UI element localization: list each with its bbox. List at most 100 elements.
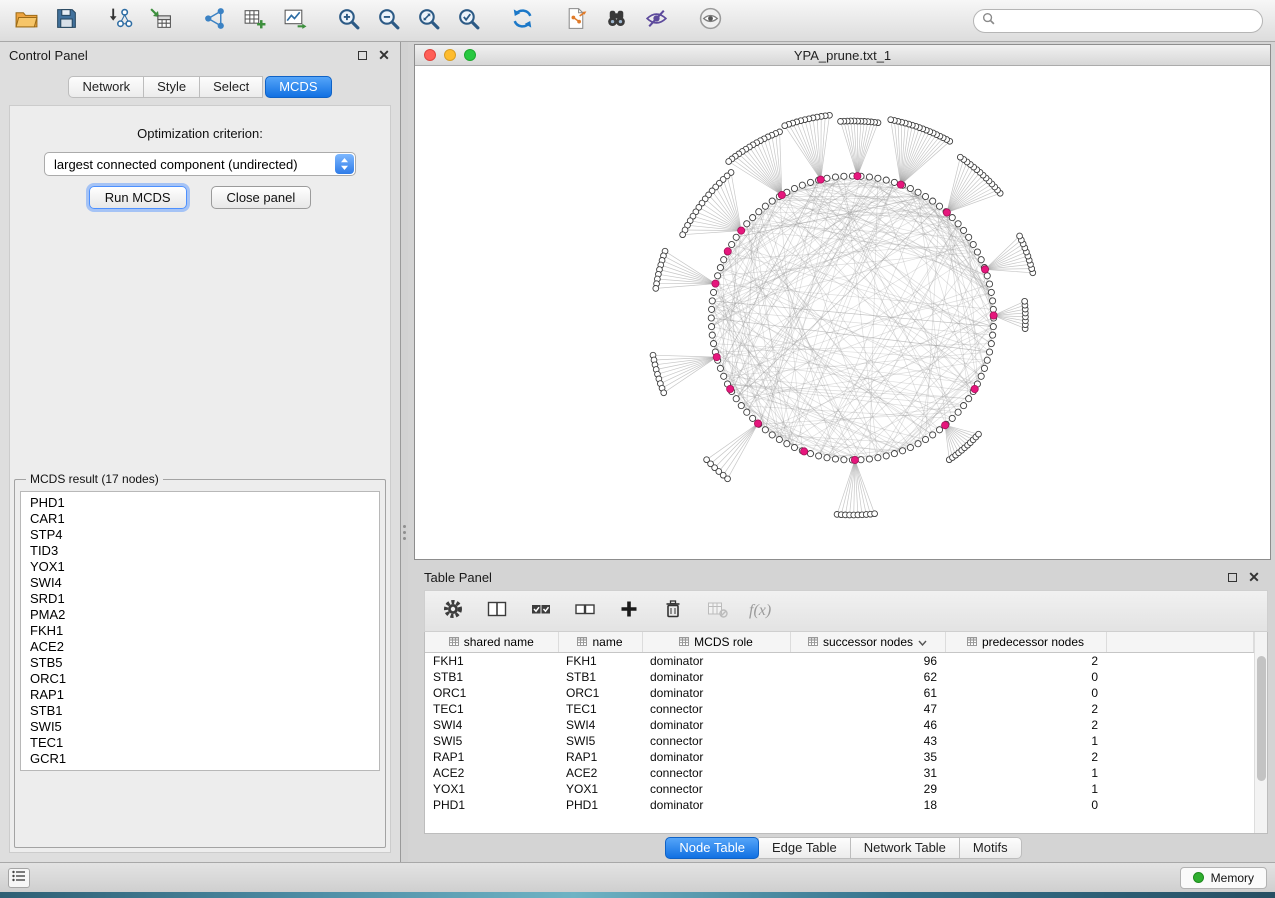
table-settings-button[interactable] [441, 599, 465, 623]
show-graphics-details-button[interactable] [696, 7, 724, 35]
open-session-button[interactable] [12, 7, 40, 35]
close-panel-button[interactable]: ✕ [377, 48, 391, 62]
table-tab-network-table[interactable]: Network Table [851, 837, 960, 859]
function-builder-button[interactable]: f(x) [749, 602, 771, 620]
table-tab-motifs[interactable]: Motifs [960, 837, 1022, 859]
window-zoom-button[interactable] [464, 49, 476, 61]
node-table-header-row: shared namenameMCDS role successor nodes p… [425, 632, 1254, 652]
table-toolbar: f(x) [424, 590, 1268, 632]
import-network-button[interactable] [106, 7, 134, 35]
table-tabs: Node TableEdge TableNetwork TableMotifs [414, 834, 1271, 862]
zoom-in-button[interactable] [334, 7, 362, 35]
mcds-result-item[interactable]: STB1 [21, 703, 379, 719]
table-scrollbar[interactable] [1254, 632, 1267, 833]
close-table-panel-button[interactable]: ✕ [1247, 570, 1261, 584]
table-row[interactable]: SWI4SWI4dominator462 [425, 717, 1254, 733]
window-minimize-button[interactable] [444, 49, 456, 61]
mcds-result-item[interactable]: TEC1 [21, 735, 379, 751]
hide-details-button[interactable] [642, 7, 670, 35]
mcds-result-item[interactable]: FKH1 [21, 623, 379, 639]
status-menu-button[interactable] [8, 868, 30, 888]
table-row[interactable]: SWI5SWI5connector431 [425, 733, 1254, 749]
table-row[interactable]: FKH1FKH1dominator962 [425, 652, 1254, 669]
control-panel: Control Panel ✕ NetworkStyleSelectMCDS O… [0, 42, 401, 862]
column-grid-icon [449, 635, 459, 649]
column-header-successor-nodes[interactable]: successor nodes [790, 632, 945, 652]
column-header-shared-name[interactable]: shared name [425, 632, 558, 652]
new-table-button[interactable] [240, 7, 268, 35]
table-row[interactable]: RAP1RAP1dominator352 [425, 749, 1254, 765]
memory-status-icon [1193, 872, 1204, 883]
mcds-result-item[interactable]: PMA2 [21, 607, 379, 623]
window-close-button[interactable] [424, 49, 436, 61]
search-input[interactable] [1000, 14, 1254, 28]
binoculars-icon [604, 6, 629, 36]
refresh-layout-button[interactable] [508, 7, 536, 35]
float-panel-button[interactable] [355, 48, 369, 62]
criterion-select[interactable]: largest connected component (undirected) [44, 152, 356, 176]
new-network-button[interactable] [200, 7, 228, 35]
table-row[interactable]: YOX1YOX1connector291 [425, 781, 1254, 797]
column-label: successor nodes [823, 635, 913, 649]
network-graph[interactable] [415, 66, 1270, 559]
table-row[interactable]: PHD1PHD1dominator180 [425, 797, 1254, 813]
table-tab-edge-table[interactable]: Edge Table [759, 837, 851, 859]
eye-icon [698, 6, 723, 36]
table-row[interactable]: ACE2ACE2connector311 [425, 765, 1254, 781]
search-network-button[interactable] [602, 7, 630, 35]
mcds-result-item[interactable]: RAP1 [21, 687, 379, 703]
mcds-result-item[interactable]: SWI4 [21, 575, 379, 591]
mcds-panel: Optimization criterion: largest connecte… [9, 105, 391, 853]
zoom-fit-icon [416, 6, 441, 36]
control-panel-title: Control Panel [9, 48, 88, 63]
import-table-button[interactable] [146, 7, 174, 35]
search-icon [982, 12, 995, 30]
list-icon [12, 869, 26, 887]
mcds-result-title: MCDS result (17 nodes) [26, 472, 163, 486]
mcds-result-item[interactable]: ORC1 [21, 671, 379, 687]
zoom-out-button[interactable] [374, 7, 402, 35]
mcds-result-item[interactable]: PHD1 [21, 495, 379, 511]
mcds-result-item[interactable]: TID3 [21, 543, 379, 559]
select-all-button[interactable] [529, 599, 553, 623]
table-tab-node-table[interactable]: Node Table [665, 837, 759, 859]
mcds-result-item[interactable]: CAR1 [21, 511, 379, 527]
table-row[interactable]: TEC1TEC1connector472 [425, 701, 1254, 717]
column-header-predecessor-nodes[interactable]: predecessor nodes [945, 632, 1106, 652]
panel-splitter[interactable] [401, 42, 408, 862]
deselect-all-button[interactable] [573, 599, 597, 623]
status-bar: Memory [0, 862, 1275, 892]
table-row[interactable]: STB1STB1dominator620 [425, 669, 1254, 685]
float-icon [358, 51, 367, 60]
tab-network[interactable]: Network [68, 76, 144, 98]
mcds-result-item[interactable]: SWI5 [21, 719, 379, 735]
show-columns-button[interactable] [485, 599, 509, 623]
add-column-button[interactable] [617, 599, 641, 623]
column-header-mcds-role[interactable]: MCDS role [642, 632, 790, 652]
table-row[interactable]: ORC1ORC1dominator610 [425, 685, 1254, 701]
zoom-selected-button[interactable] [454, 7, 482, 35]
mcds-result-item[interactable]: STB5 [21, 655, 379, 671]
mcds-result-item[interactable]: GCR1 [21, 751, 379, 767]
mcds-result-item[interactable]: STP4 [21, 527, 379, 543]
tab-style[interactable]: Style [144, 76, 200, 98]
zoom-in-icon [336, 6, 361, 36]
mcds-result-item[interactable]: ACE2 [21, 639, 379, 655]
network-titlebar: YPA_prune.txt_1 [415, 45, 1270, 66]
run-mcds-button[interactable]: Run MCDS [89, 186, 187, 209]
export-image-button[interactable] [280, 7, 308, 35]
column-header-name[interactable]: name [558, 632, 642, 652]
zoom-fit-button[interactable] [414, 7, 442, 35]
save-session-button[interactable] [52, 7, 80, 35]
delete-column-button[interactable] [661, 599, 685, 623]
tab-select[interactable]: Select [200, 76, 263, 98]
tab-mcds[interactable]: MCDS [265, 76, 331, 98]
close-mcds-panel-button[interactable]: Close panel [211, 186, 312, 209]
export-document-button[interactable] [562, 7, 590, 35]
plus-icon [618, 598, 640, 625]
table-scrollbar-thumb[interactable] [1257, 656, 1266, 781]
mcds-result-item[interactable]: SRD1 [21, 591, 379, 607]
mcds-result-item[interactable]: YOX1 [21, 559, 379, 575]
memory-button[interactable]: Memory [1180, 867, 1267, 889]
float-table-panel-button[interactable] [1225, 570, 1239, 584]
